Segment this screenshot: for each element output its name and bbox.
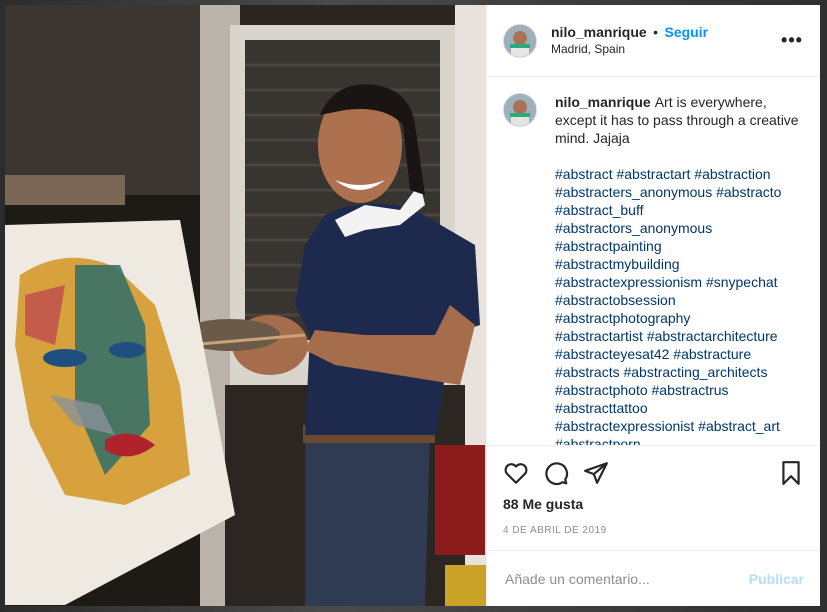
header-username[interactable]: nilo_manrique xyxy=(551,24,647,40)
wall-left xyxy=(5,5,205,195)
share-icon[interactable] xyxy=(583,460,609,486)
avatar-image xyxy=(504,24,536,57)
publish-button[interactable]: Publicar xyxy=(749,571,804,587)
painted-eye-right xyxy=(109,342,145,358)
red-bag xyxy=(435,445,485,555)
caption-avatar[interactable] xyxy=(503,93,537,127)
easel-top xyxy=(5,175,125,205)
artist-painting-photo xyxy=(5,5,486,606)
header-separator: • xyxy=(653,23,659,40)
caption-username[interactable]: nilo_manrique xyxy=(555,94,651,110)
caption-avatar-image xyxy=(504,94,536,126)
follow-button[interactable]: Seguir xyxy=(665,24,709,40)
comment-icon[interactable] xyxy=(543,460,569,486)
yellow-object xyxy=(445,565,486,606)
bookmark-icon[interactable] xyxy=(778,460,804,486)
jeans xyxy=(305,435,430,606)
painted-eye-left xyxy=(43,349,87,367)
post-side-panel: nilo_manrique • Seguir Madrid, Spain ••• xyxy=(486,5,820,606)
avatar[interactable] xyxy=(503,23,537,58)
location-link[interactable]: Madrid, Spain xyxy=(551,41,780,58)
caption-body: nilo_manrique Art is everywhere, except i… xyxy=(555,93,804,445)
post-date[interactable]: 4 DE ABRIL DE 2019 xyxy=(503,525,804,536)
more-options-icon[interactable]: ••• xyxy=(780,30,804,51)
heart-icon[interactable] xyxy=(503,460,529,486)
likes-count[interactable]: 88 Me gusta xyxy=(503,496,804,512)
header-text: nilo_manrique • Seguir Madrid, Spain xyxy=(551,24,780,58)
action-icons xyxy=(503,454,804,492)
caption-hashtags[interactable]: #abstract #abstractart #abstraction #abs… xyxy=(555,166,781,445)
post-actions: 88 Me gusta 4 DE ABRIL DE 2019 xyxy=(487,445,820,550)
comment-box: Publicar xyxy=(487,550,820,606)
post-header: nilo_manrique • Seguir Madrid, Spain ••• xyxy=(487,5,820,77)
caption: nilo_manrique Art is everywhere, except i… xyxy=(503,93,804,445)
post-modal: nilo_manrique • Seguir Madrid, Spain ••• xyxy=(5,5,820,606)
comment-input[interactable] xyxy=(503,569,749,588)
post-photo xyxy=(5,5,486,606)
comments-section[interactable]: nilo_manrique Art is everywhere, except i… xyxy=(487,77,820,445)
